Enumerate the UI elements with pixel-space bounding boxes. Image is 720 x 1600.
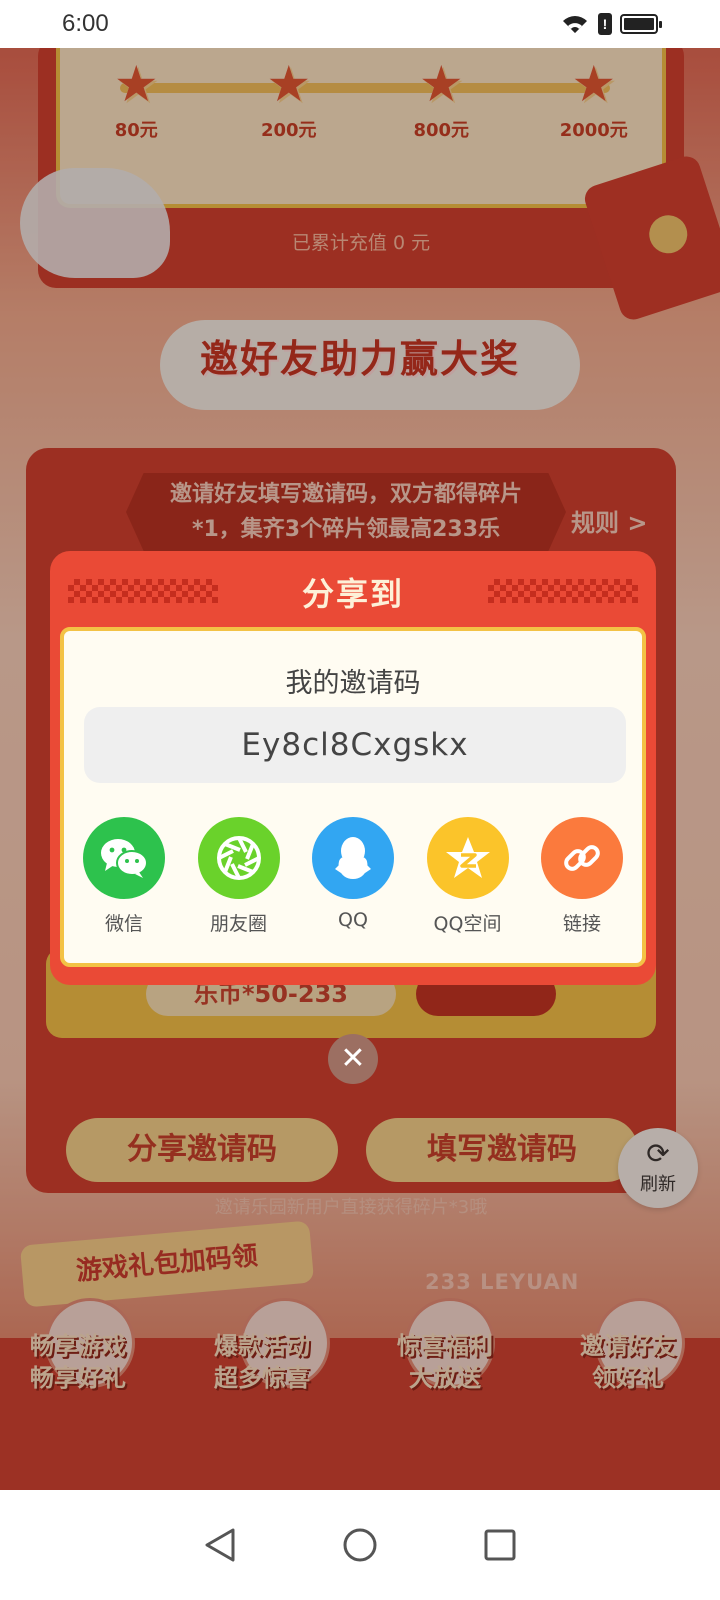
recents-square-icon bbox=[484, 1529, 516, 1561]
nav-recents-button[interactable] bbox=[475, 1520, 525, 1570]
share-qzone[interactable]: QQ空间 bbox=[426, 817, 510, 936]
share-label: QQ空间 bbox=[433, 913, 502, 935]
share-modal: 分享到 我的邀请码 Ey8cl8Cxgskx 微信 朋友圈 QQ QQ空间 链接 bbox=[50, 551, 656, 985]
share-label: QQ bbox=[338, 909, 368, 931]
share-targets: 微信 朋友圈 QQ QQ空间 链接 bbox=[64, 817, 642, 936]
status-bar: 6:00 ! bbox=[0, 0, 720, 48]
invite-code-label: 我的邀请码 bbox=[285, 668, 421, 699]
share-qq[interactable]: QQ bbox=[311, 817, 395, 936]
qzone-icon bbox=[426, 817, 509, 899]
modal-body: 我的邀请码 Ey8cl8Cxgskx 微信 朋友圈 QQ QQ空间 链接 bbox=[60, 627, 646, 967]
home-circle-icon bbox=[343, 1528, 377, 1562]
nav-home-button[interactable] bbox=[335, 1520, 385, 1570]
modal-title: 分享到 bbox=[301, 575, 404, 613]
qq-icon bbox=[312, 817, 394, 899]
close-modal-button[interactable]: ✕ bbox=[328, 1034, 378, 1084]
share-link[interactable]: 链接 bbox=[540, 817, 624, 936]
battery-icon bbox=[620, 14, 662, 34]
share-wechat[interactable]: 微信 bbox=[82, 817, 166, 936]
link-icon bbox=[541, 817, 623, 899]
system-nav-bar bbox=[0, 1490, 720, 1600]
invite-code-field[interactable]: Ey8cl8Cxgskx bbox=[84, 707, 626, 783]
nav-back-button[interactable] bbox=[195, 1520, 245, 1570]
moments-icon bbox=[197, 817, 280, 899]
share-label: 微信 bbox=[104, 913, 143, 935]
close-icon: ✕ bbox=[340, 1041, 366, 1076]
status-time: 6:00 bbox=[62, 10, 109, 37]
share-label: 链接 bbox=[562, 913, 601, 935]
back-triangle-icon bbox=[205, 1528, 235, 1562]
share-moments[interactable]: 朋友圈 bbox=[197, 817, 281, 936]
share-label: 朋友圈 bbox=[209, 913, 267, 935]
alert-icon: ! bbox=[598, 13, 612, 35]
wechat-icon bbox=[83, 817, 165, 899]
wifi-icon bbox=[563, 16, 587, 33]
status-icons: ! bbox=[560, 13, 662, 35]
